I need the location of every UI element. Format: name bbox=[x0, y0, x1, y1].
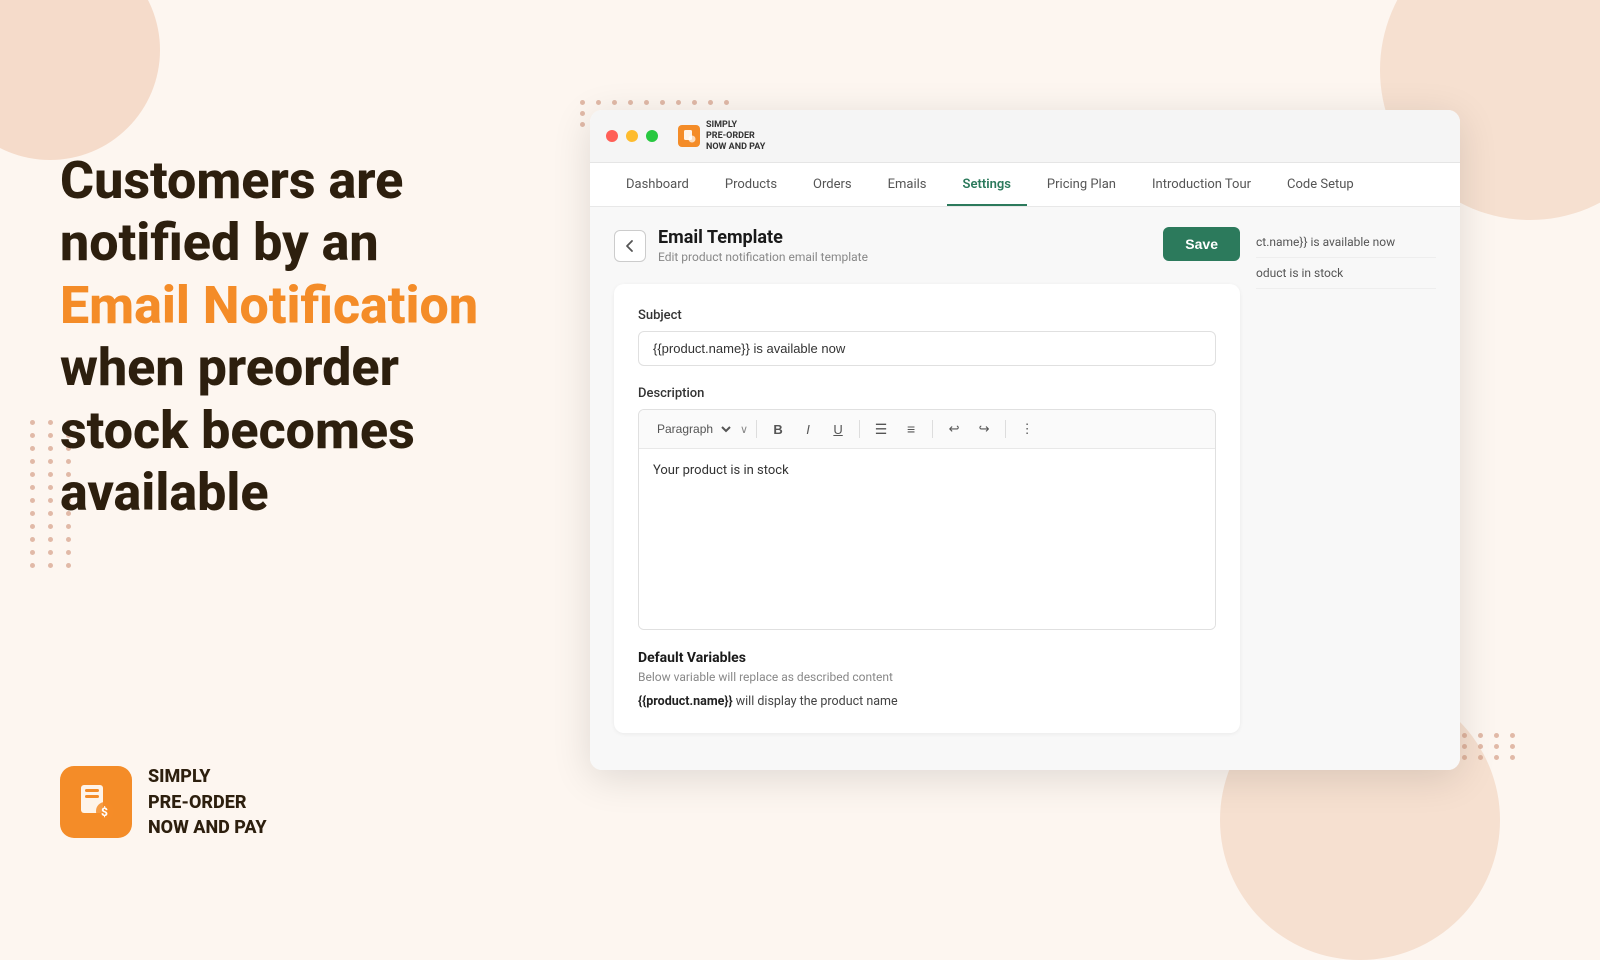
toolbar-divider-4 bbox=[1005, 420, 1006, 438]
page-header: Email Template Edit product notification… bbox=[614, 227, 1240, 264]
page-header-left: Email Template Edit product notification… bbox=[614, 227, 868, 264]
bg-circle-top-left bbox=[0, 0, 160, 160]
more-options-button[interactable]: ⋮ bbox=[1014, 416, 1040, 442]
preview-item-subject: ct.name}} is available now bbox=[1256, 227, 1436, 258]
logo-icon: $ bbox=[60, 766, 132, 838]
headline-line1: Customers are bbox=[60, 150, 403, 211]
app-window: SIMPLYPRE-ORDERNOW AND PAY Dashboard Pro… bbox=[590, 110, 1460, 770]
description-label: Description bbox=[638, 386, 1216, 401]
variable-item: {{product.name}} will display the produc… bbox=[638, 694, 1216, 709]
page-title: Email Template bbox=[658, 227, 868, 248]
preview-panel: ct.name}} is available now oduct is in s… bbox=[1256, 227, 1436, 759]
subject-group: Subject bbox=[638, 308, 1216, 366]
redo-button[interactable]: ↪ bbox=[971, 416, 997, 442]
nav-bar: Dashboard Products Orders Emails Setting… bbox=[590, 163, 1460, 207]
window-titlebar: SIMPLYPRE-ORDERNOW AND PAY bbox=[590, 110, 1460, 163]
editor-body[interactable]: Your product is in stock bbox=[639, 449, 1215, 629]
headline-line5: available bbox=[60, 462, 269, 523]
variables-title: Default Variables bbox=[638, 650, 1216, 666]
rich-text-editor: Paragraph Heading 1 Heading 2 ∨ B I U ☰ bbox=[638, 409, 1216, 630]
ordered-list-button[interactable]: ≡ bbox=[898, 416, 924, 442]
app-logo-text: SIMPLYPRE-ORDERNOW AND PAY bbox=[706, 120, 765, 152]
nav-item-intro-tour[interactable]: Introduction Tour bbox=[1136, 163, 1267, 206]
logo-text: SIMPLY PRE-ORDER NOW AND PAY bbox=[148, 764, 267, 840]
minimize-button[interactable] bbox=[626, 130, 638, 142]
undo-button[interactable]: ↩ bbox=[941, 416, 967, 442]
nav-item-dashboard[interactable]: Dashboard bbox=[610, 163, 705, 206]
headline-highlight: Email Notification bbox=[60, 275, 478, 336]
app-logo-icon bbox=[678, 125, 700, 147]
subject-label: Subject bbox=[638, 308, 1216, 323]
nav-item-emails[interactable]: Emails bbox=[872, 163, 943, 206]
back-button[interactable] bbox=[614, 230, 646, 262]
variables-subtitle: Below variable will replace as described… bbox=[638, 670, 1216, 684]
nav-item-pricing[interactable]: Pricing Plan bbox=[1031, 163, 1132, 206]
page-title-block: Email Template Edit product notification… bbox=[658, 227, 868, 264]
nav-item-products[interactable]: Products bbox=[709, 163, 793, 206]
description-group: Description Paragraph Heading 1 Heading … bbox=[638, 386, 1216, 630]
variables-section: Default Variables Below variable will re… bbox=[638, 650, 1216, 709]
svg-text:$: $ bbox=[101, 805, 108, 819]
preview-item-content: oduct is in stock bbox=[1256, 258, 1436, 289]
logo-container: $ SIMPLY PRE-ORDER NOW AND PAY bbox=[60, 764, 267, 840]
headline-line2: notified by an bbox=[60, 212, 379, 273]
paragraph-select[interactable]: Paragraph Heading 1 Heading 2 bbox=[649, 419, 734, 439]
underline-button[interactable]: U bbox=[825, 416, 851, 442]
headline-line4: stock becomes bbox=[60, 400, 415, 461]
nav-item-settings[interactable]: Settings bbox=[947, 163, 1027, 206]
italic-button[interactable]: I bbox=[795, 416, 821, 442]
close-button[interactable] bbox=[606, 130, 618, 142]
nav-item-code-setup[interactable]: Code Setup bbox=[1271, 163, 1370, 206]
toolbar-divider-1 bbox=[756, 420, 757, 438]
left-panel: Customers are notified by an Email Notif… bbox=[60, 150, 560, 524]
unordered-list-button[interactable]: ☰ bbox=[868, 416, 894, 442]
headline-line3: when preorder bbox=[60, 337, 399, 398]
editor-toolbar: Paragraph Heading 1 Heading 2 ∨ B I U ☰ bbox=[639, 410, 1215, 449]
app-logo: SIMPLYPRE-ORDERNOW AND PAY bbox=[678, 120, 765, 152]
form-card: Subject Description Paragraph Heading 1 … bbox=[614, 284, 1240, 733]
bold-button[interactable]: B bbox=[765, 416, 791, 442]
toolbar-divider-2 bbox=[859, 420, 860, 438]
main-content: Email Template Edit product notification… bbox=[590, 207, 1460, 770]
nav-item-orders[interactable]: Orders bbox=[797, 163, 868, 206]
maximize-button[interactable] bbox=[646, 130, 658, 142]
toolbar-divider-3 bbox=[932, 420, 933, 438]
headline: Customers are notified by an Email Notif… bbox=[60, 150, 560, 524]
save-button[interactable]: Save bbox=[1163, 227, 1240, 261]
page-subtitle: Edit product notification email template bbox=[658, 250, 868, 264]
subject-input[interactable] bbox=[638, 331, 1216, 366]
